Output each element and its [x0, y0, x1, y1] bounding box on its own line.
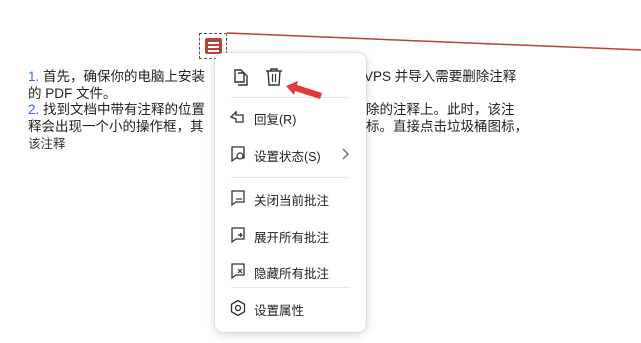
doc-line-4-tail: 标。直接点击垃圾桶图标，	[366, 118, 528, 136]
doc-text: VPS 并导入需要删除注释	[364, 69, 517, 84]
hide-comments-icon	[231, 263, 245, 280]
list-number: 2.	[28, 102, 40, 117]
doc-text: 该注释	[28, 137, 66, 151]
menu-item-expand-all-comments[interactable]: 展开所有批注	[215, 218, 366, 252]
menu-item-label: 回复(R)	[254, 113, 297, 127]
comment-note-icon	[205, 38, 222, 54]
pointer-arrow-icon	[286, 81, 322, 99]
copy-icon[interactable]	[230, 67, 250, 87]
list-number: 1.	[28, 69, 40, 84]
set-status-icon	[231, 146, 245, 163]
doc-text: 首先，确保你的电脑上安装	[43, 69, 206, 84]
doc-line-1: 1. 首先，确保你的电脑上安装	[28, 68, 205, 86]
menu-item-hide-all-comments[interactable]: 隐藏所有批注	[215, 254, 366, 288]
doc-line-4: 释会出现一个小的操作框，其	[28, 118, 204, 136]
doc-text: 除的注释上。此时，该注	[366, 102, 515, 117]
doc-text: 找到文档中带有注释的位置	[43, 102, 206, 117]
menu-divider	[231, 287, 350, 288]
reply-icon	[229, 110, 244, 123]
properties-icon	[230, 299, 246, 317]
close-comment-icon	[231, 190, 245, 207]
menu-item-label: 设置属性	[254, 304, 305, 318]
chevron-right-icon	[342, 148, 349, 160]
doc-text: 的 PDF 文件。	[28, 86, 117, 101]
expand-comments-icon	[231, 227, 245, 244]
doc-text: 标。直接点击垃圾桶图标，	[366, 119, 528, 134]
menu-divider	[231, 177, 350, 178]
doc-text: 释会出现一个小的操作框，其	[28, 119, 204, 134]
menu-item-label: 隐藏所有批注	[254, 267, 330, 281]
menu-item-close-current-comment[interactable]: 关闭当前批注	[215, 181, 366, 215]
menu-item-properties[interactable]: 设置属性	[215, 291, 366, 325]
doc-line-3-tail: 除的注释上。此时，该注	[366, 101, 515, 119]
menu-item-set-status[interactable]: 设置状态(S)	[215, 137, 366, 171]
menu-item-label: 设置状态(S)	[254, 150, 321, 164]
menu-item-label: 展开所有批注	[254, 231, 330, 245]
doc-line-5: 该注释	[28, 135, 66, 153]
menu-item-reply[interactable]: 回复(R)	[215, 100, 366, 134]
doc-line-3: 2. 找到文档中带有注释的位置	[28, 101, 205, 119]
menu-item-label: 关闭当前批注	[254, 194, 330, 208]
trash-icon[interactable]	[264, 67, 284, 87]
doc-line-1-tail: VPS 并导入需要删除注释	[364, 68, 516, 86]
